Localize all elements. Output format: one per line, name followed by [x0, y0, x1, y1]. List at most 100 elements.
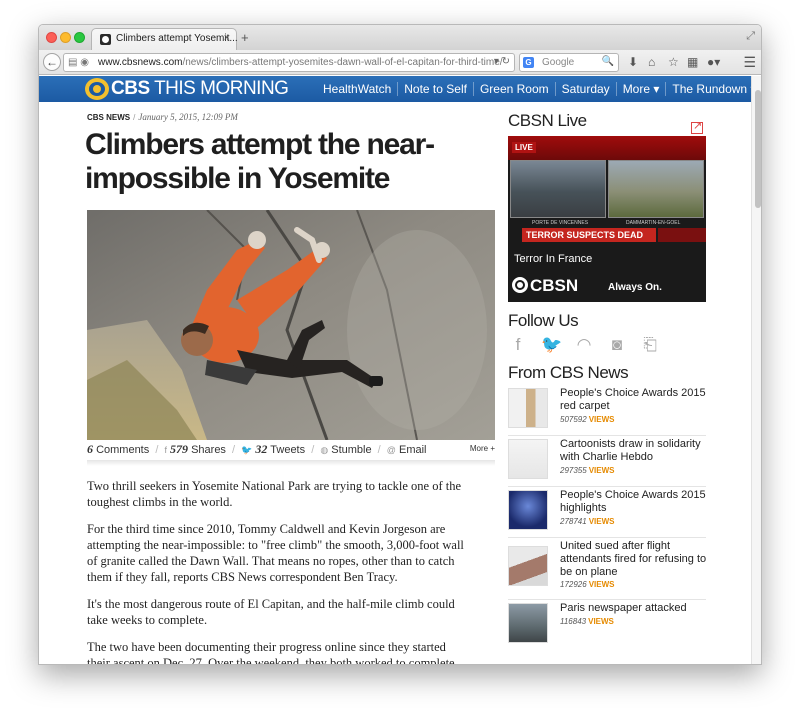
- fullscreen-icon[interactable]: ⤢: [746, 30, 755, 43]
- article-paragraph: It's the most dangerous route of El Capi…: [87, 597, 455, 627]
- tab-title: Climbers attempt Yosemit...: [116, 33, 238, 44]
- from-cbs-news-heading: From CBS News: [508, 363, 629, 382]
- views-label: VIEWS: [588, 617, 614, 626]
- cbsn-logo-text: CBSN: [530, 276, 579, 295]
- always-on-tagline: Always On.: [608, 282, 662, 293]
- facebook-icon: f: [164, 445, 167, 455]
- reload-icon[interactable]: ▾ ↻: [494, 56, 510, 67]
- rss-icon[interactable]: ◠: [574, 335, 594, 355]
- divider-shadow: [87, 460, 495, 466]
- google-engine-icon[interactable]: G: [523, 57, 534, 68]
- new-tab-button[interactable]: +: [241, 30, 249, 45]
- download-icon[interactable]: ⬇: [628, 55, 638, 69]
- cbsn-live-player[interactable]: LIVE PORTE DE VINCENNES DAMMARTIN-EN-GOE…: [508, 136, 706, 302]
- cbsn-logo: CBSN: [512, 276, 578, 296]
- comments-link[interactable]: 6 Comments: [87, 442, 150, 456]
- story-thumbnail[interactable]: [508, 603, 548, 643]
- story-title[interactable]: Paris newspaper attacked: [560, 602, 708, 615]
- url-text[interactable]: www.cbsnews.com/news/climbers-attempt-yo…: [98, 57, 503, 68]
- story-title[interactable]: People's Choice Awards 2015 highlights: [560, 489, 708, 515]
- story-views: 172926 VIEWS: [560, 580, 614, 589]
- social-share-bar: 6 Comments / f 579 Shares / 🐦 32 Tweets …: [87, 442, 495, 460]
- follow-icons-row: f 🐦 ◠ ◙ ⎗: [508, 335, 660, 355]
- twitter-icon: 🐦: [241, 445, 253, 455]
- list-item[interactable]: People's Choice Awards 2015 highlights 2…: [508, 487, 706, 538]
- page-scrollbar[interactable]: [751, 76, 761, 664]
- views-label: VIEWS: [588, 466, 615, 475]
- article-headline: Climbers attempt the near-impossible in …: [85, 128, 435, 195]
- instagram-icon[interactable]: ◙: [607, 335, 627, 355]
- minimize-window-button[interactable]: [60, 32, 71, 43]
- byline-date: January 5, 2015, 12:09 PM: [138, 112, 238, 122]
- nav-green-room[interactable]: Green Room: [472, 82, 555, 96]
- live-feed-thumbnail-right: [608, 160, 704, 218]
- twitter-share-link[interactable]: 🐦 32 Tweets: [241, 442, 306, 456]
- thumbnail-caption-left: PORTE DE VINCENNES: [532, 220, 589, 226]
- hamburger-menu-icon[interactable]: ☰: [743, 54, 756, 71]
- address-bar[interactable]: ▤ ◉ www.cbsnews.com/news/climbers-attemp…: [63, 53, 515, 72]
- story-views: 507592 VIEWS: [560, 415, 614, 424]
- article-paragraph: Two thrill seekers in Yosemite National …: [87, 479, 462, 509]
- social-separator: /: [232, 444, 236, 456]
- byline-source[interactable]: CBS NEWS: [87, 113, 130, 122]
- pocket-icon[interactable]: ●▾: [707, 55, 720, 69]
- article-body: Two thrill seekers in Yosemite National …: [87, 478, 469, 664]
- live-strip: [508, 136, 706, 160]
- twitter-icon[interactable]: 🐦: [541, 335, 562, 355]
- site-identity-icon[interactable]: ▤ ◉: [68, 57, 89, 68]
- comments-count: 6: [87, 442, 93, 456]
- story-title[interactable]: People's Choice Awards 2015 red carpet: [560, 387, 708, 413]
- list-item[interactable]: People's Choice Awards 2015 red carpet 5…: [508, 385, 706, 436]
- site-brand[interactable]: CBS THIS MORNING: [111, 78, 289, 100]
- site-header: CBS THIS MORNING HealthWatch Note to Sel…: [39, 76, 751, 102]
- web-page: CBS THIS MORNING HealthWatch Note to Sel…: [39, 76, 751, 664]
- brand-program: THIS MORNING: [154, 78, 289, 99]
- nav-healthwatch[interactable]: HealthWatch: [317, 82, 397, 96]
- bookmark-star-icon[interactable]: ☆: [668, 55, 679, 69]
- bookmarks-list-icon[interactable]: ▦: [687, 55, 698, 69]
- story-title[interactable]: Cartoonists draw in solidarity with Char…: [560, 438, 708, 464]
- tweets-label: Tweets: [270, 444, 306, 456]
- views-count: 297355: [560, 466, 587, 475]
- email-icon: @: [386, 445, 396, 455]
- maximize-window-button[interactable]: [74, 32, 85, 43]
- browser-window: Climbers attempt Yosemit... × + ⤢ ← ▤ ◉ …: [38, 24, 762, 665]
- scrollbar-thumb[interactable]: [755, 90, 761, 208]
- story-thumbnail[interactable]: [508, 546, 548, 586]
- follow-us-heading: Follow Us: [508, 311, 579, 330]
- close-window-button[interactable]: [46, 32, 57, 43]
- hero-image[interactable]: [87, 210, 495, 440]
- story-thumbnail[interactable]: [508, 439, 548, 479]
- browser-tab[interactable]: Climbers attempt Yosemit... ×: [91, 28, 238, 50]
- home-icon[interactable]: ⌂: [648, 55, 655, 69]
- facebook-icon[interactable]: f: [508, 335, 528, 355]
- list-item[interactable]: Cartoonists draw in solidarity with Char…: [508, 436, 706, 487]
- tab-close-icon[interactable]: ×: [224, 32, 230, 44]
- live-badge: LIVE: [512, 142, 536, 153]
- nav-more[interactable]: More ▾: [615, 82, 666, 96]
- inbox-icon[interactable]: ⎗: [640, 335, 660, 355]
- views-count: 116843: [560, 617, 587, 626]
- email-share-link[interactable]: @ Email: [387, 444, 427, 456]
- search-go-icon[interactable]: 🔍: [602, 56, 614, 67]
- thumbnail-caption-right: DAMMARTIN-EN-GOEL: [626, 220, 681, 226]
- list-item[interactable]: Paris newspaper attacked 116843 VIEWS: [508, 600, 706, 651]
- popout-icon[interactable]: [691, 119, 703, 134]
- search-box[interactable]: G Google 🔍: [519, 53, 619, 72]
- nav-saturday[interactable]: Saturday: [554, 82, 616, 96]
- search-input[interactable]: Google: [542, 57, 574, 68]
- facebook-share-link[interactable]: f 579 Shares: [164, 442, 226, 456]
- nav-note-to-self[interactable]: Note to Self: [397, 82, 473, 96]
- story-thumbnail[interactable]: [508, 388, 548, 428]
- list-item[interactable]: United sued after flight attendants fire…: [508, 538, 706, 600]
- nav-the-rundown[interactable]: The Rundown ▾: [665, 82, 751, 96]
- from-cbs-news-list: People's Choice Awards 2015 red carpet 5…: [508, 385, 706, 651]
- stumble-share-link[interactable]: ◍ Stumble: [320, 444, 371, 456]
- comments-label: Comments: [96, 444, 150, 456]
- cbs-eye-logo-icon[interactable]: [85, 78, 109, 100]
- back-button[interactable]: ←: [43, 53, 61, 71]
- story-title[interactable]: United sued after flight attendants fire…: [560, 540, 708, 579]
- story-thumbnail[interactable]: [508, 490, 548, 530]
- navigation-toolbar: ← ▤ ◉ www.cbsnews.com/news/climbers-atte…: [39, 50, 761, 75]
- more-share-button[interactable]: More +: [470, 444, 495, 453]
